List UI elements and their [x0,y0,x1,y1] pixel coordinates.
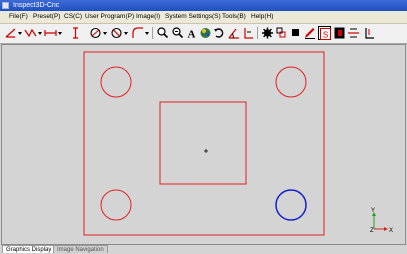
hole-bottom-left [100,189,132,221]
toolbar: A S [0,24,407,44]
solid-square-icon[interactable] [289,26,302,40]
menu-preset[interactable]: Preset(P) [33,13,60,21]
distance-tool-icon[interactable] [44,26,62,40]
pen-icon[interactable] [303,26,316,40]
window-title: Inspect3D-Cnc [13,2,60,9]
menu-system-settings[interactable]: System Settings(S) [165,13,221,21]
toolbar-separator [257,27,258,39]
s-mark-icon[interactable]: S [318,26,331,40]
zoom-in-icon[interactable] [156,26,169,40]
svg-text:S: S [323,31,328,40]
menu-cs[interactable]: CS(C) [64,13,82,21]
app-icon [2,2,9,9]
axis-x-label: X [389,228,393,234]
fit-icon[interactable] [275,26,288,40]
center-pocket [159,101,247,185]
origin-icon[interactable] [362,26,375,40]
menu-bar: File(F) Preset(P) CS(C) User Program(P) … [0,11,407,24]
center-crosshair [204,149,208,153]
menu-image[interactable]: Image(I) [136,13,160,21]
text-caret-icon[interactable] [69,26,82,40]
axis-indicator: Y X Z [370,208,393,234]
no-entry-icon[interactable] [110,26,128,40]
svg-text:A: A [188,29,196,41]
tab-image-navigation[interactable]: Image Navigation [53,245,108,253]
color-picker-icon[interactable] [199,26,212,40]
axis-y-label: Y [371,208,375,214]
angle-tool-icon[interactable] [227,26,240,40]
polyline-tool-icon[interactable] [24,26,42,40]
menu-user-program[interactable]: User Program(P) [85,13,134,21]
part-outline [83,51,325,236]
bottom-tab-bar: Graphics Display Image Navigation [0,245,407,253]
rotate-icon[interactable] [213,26,226,40]
toolbar-separator [152,27,153,39]
settings-gear-icon[interactable] [261,26,274,40]
line-tool-icon[interactable] [4,26,22,40]
hole-top-left [100,66,132,98]
menu-file[interactable]: File(F) [9,13,28,21]
axis-tool-icon[interactable] [241,26,254,40]
circle-tool-icon[interactable] [89,26,107,40]
menu-tools[interactable]: Tools(B) [222,13,246,21]
text-a-icon[interactable]: A [185,26,198,41]
hole-bottom-right-selected [275,189,307,221]
tab-graphics-display[interactable]: Graphics Display [2,245,56,253]
title-bar: Inspect3D-Cnc [0,0,407,11]
black-square-icon[interactable] [333,26,346,40]
align-icon[interactable] [347,26,360,40]
axis-z-label: Z [370,228,374,234]
zoom-out-icon[interactable] [171,26,184,40]
graphics-canvas[interactable]: Y X Z [1,44,406,245]
arc-tool-icon[interactable] [131,26,149,40]
hole-top-right [275,66,307,98]
menu-help[interactable]: Help(H) [251,13,273,21]
